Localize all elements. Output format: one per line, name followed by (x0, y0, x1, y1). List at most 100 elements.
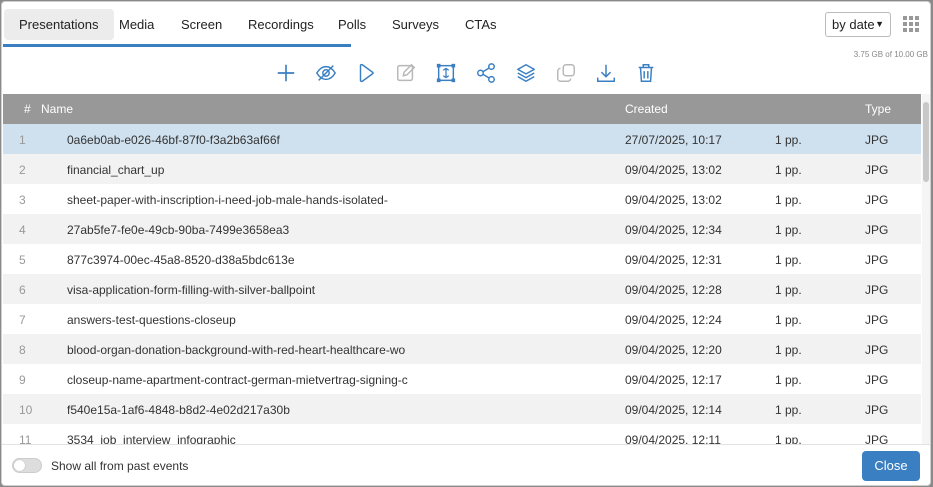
row-pages: 1 pp. (775, 223, 802, 237)
row-pages: 1 pp. (775, 283, 802, 297)
caret-down-icon: ▼ (875, 19, 884, 29)
row-number: 10 (19, 403, 33, 417)
table-row[interactable]: 2 financial_chart_up 09/04/2025, 13:02 1 pp… (3, 154, 921, 184)
table-row[interactable]: 4 27ab5fe7-fe0e-49cb-90ba-7499e3658ea3 09/… (3, 214, 921, 244)
row-created: 09/04/2025, 13:02 (625, 193, 722, 207)
row-number: 8 (19, 343, 26, 357)
row-created: 09/04/2025, 12:24 (625, 313, 722, 327)
toolbar (272, 59, 672, 89)
row-name: financial_chart_up (67, 163, 165, 177)
past-events-label: Show all from past events (51, 459, 189, 473)
add-icon[interactable] (272, 59, 300, 87)
row-name: visa-application-form-filling-with-silve… (67, 283, 316, 297)
row-type: JPG (865, 403, 889, 417)
active-tab-indicator (3, 44, 351, 47)
row-number: 1 (19, 133, 26, 147)
table-body: 1 0a6eb0ab-e026-46bf-87f0-f3a2b63af66f 27/… (3, 124, 921, 444)
table-row[interactable]: 7 answers-test-questions-closeup 09/04/202… (3, 304, 921, 334)
tab-screen[interactable]: Screen (166, 9, 237, 40)
row-name: 3534_job_interview_infographic (67, 433, 236, 444)
row-name: closeup-name-apartment-contract-german-m… (67, 373, 408, 387)
table-row[interactable]: 1 0a6eb0ab-e026-46bf-87f0-f3a2b63af66f 27/… (3, 124, 921, 154)
tab-media[interactable]: Media (104, 9, 169, 40)
sort-select-value: by date (832, 17, 875, 32)
close-button[interactable]: Close (862, 451, 920, 481)
tab-surveys[interactable]: Surveys (377, 9, 454, 40)
row-name: 0a6eb0ab-e026-46bf-87f0-f3a2b63af66f (67, 133, 280, 147)
row-pages: 1 pp. (775, 313, 802, 327)
grid-view-icon[interactable] (903, 16, 919, 32)
row-pages: 1 pp. (775, 373, 802, 387)
share-icon[interactable] (472, 59, 500, 87)
row-name: blood-organ-donation-background-with-red… (67, 343, 406, 357)
table-row[interactable]: 9 closeup-name-apartment-contract-german-… (3, 364, 921, 394)
scrollbar-thumb[interactable] (923, 102, 929, 182)
row-created: 09/04/2025, 12:20 (625, 343, 722, 357)
edit-icon (392, 59, 420, 87)
sort-select[interactable]: by date ▼ (825, 12, 891, 37)
row-pages: 1 pp. (775, 133, 802, 147)
row-type: JPG (865, 133, 889, 147)
tab-polls[interactable]: Polls (323, 9, 381, 40)
row-number: 4 (19, 223, 26, 237)
row-type: JPG (865, 283, 889, 297)
row-number: 11 (19, 433, 32, 444)
storage-usage: 3.75 GB of 10.00 GB (853, 50, 928, 59)
duplicate-icon (552, 59, 580, 87)
table-row[interactable]: 10 f540e15a-1af6-4848-b8d2-4e02d217a30b 09… (3, 394, 921, 424)
layers-icon[interactable] (512, 59, 540, 87)
row-name: 27ab5fe7-fe0e-49cb-90ba-7499e3658ea3 (67, 223, 290, 237)
table-row[interactable]: 5 877c3974-00ec-45a8-8520-d38a5bdc613e 09/… (3, 244, 921, 274)
row-created: 09/04/2025, 13:02 (625, 163, 722, 177)
resize-icon[interactable] (432, 59, 460, 87)
tab-ctas[interactable]: CTAs (450, 9, 512, 40)
row-name: sheet-paper-with-inscription-i-need-job-… (67, 193, 388, 207)
row-name: 877c3974-00ec-45a8-8520-d38a5bdc613e (67, 253, 295, 267)
tab-bar: Presentations Media Screen Recordings Po… (2, 2, 930, 47)
row-type: JPG (865, 343, 889, 357)
row-created: 09/04/2025, 12:28 (625, 283, 722, 297)
row-number: 9 (19, 373, 26, 387)
table-row[interactable]: 6 visa-application-form-filling-with-silv… (3, 274, 921, 304)
row-number: 2 (19, 163, 26, 177)
eye-off-icon[interactable] (312, 59, 340, 87)
column-name[interactable]: Name (41, 102, 73, 116)
row-type: JPG (865, 373, 889, 387)
row-pages: 1 pp. (775, 193, 802, 207)
row-number: 5 (19, 253, 26, 267)
row-pages: 1 pp. (775, 433, 802, 444)
presentations-dialog: Presentations Media Screen Recordings Po… (1, 1, 931, 486)
row-number: 7 (19, 313, 26, 327)
row-created: 09/04/2025, 12:17 (625, 373, 722, 387)
toggle-knob (14, 460, 25, 471)
row-type: JPG (865, 223, 889, 237)
column-num[interactable]: # (24, 102, 31, 116)
row-type: JPG (865, 433, 889, 444)
download-icon[interactable] (592, 59, 620, 87)
row-created: 09/04/2025, 12:31 (625, 253, 722, 267)
column-created[interactable]: Created (625, 102, 668, 116)
scrollbar[interactable] (922, 94, 930, 444)
row-number: 3 (19, 193, 26, 207)
row-pages: 1 pp. (775, 163, 802, 177)
play-icon[interactable] (352, 59, 380, 87)
row-name: answers-test-questions-closeup (67, 313, 236, 327)
footer: Show all from past events Close (2, 444, 930, 485)
table-row[interactable]: 3 sheet-paper-with-inscription-i-need-job… (3, 184, 921, 214)
table-row[interactable]: 8 blood-organ-donation-background-with-re… (3, 334, 921, 364)
past-events-toggle[interactable] (12, 458, 42, 473)
row-pages: 1 pp. (775, 403, 802, 417)
row-pages: 1 pp. (775, 343, 802, 357)
tab-recordings[interactable]: Recordings (233, 9, 329, 40)
trash-icon[interactable] (632, 59, 660, 87)
row-created: 09/04/2025, 12:11 (625, 433, 721, 444)
table-header: # Name Created Type (3, 94, 921, 124)
table-row[interactable]: 11 3534_job_interview_infographic 09/04/20… (3, 424, 921, 444)
row-number: 6 (19, 283, 26, 297)
row-name: f540e15a-1af6-4848-b8d2-4e02d217a30b (67, 403, 290, 417)
row-type: JPG (865, 313, 889, 327)
row-type: JPG (865, 253, 889, 267)
row-created: 09/04/2025, 12:14 (625, 403, 722, 417)
column-type[interactable]: Type (865, 102, 891, 116)
tab-presentations[interactable]: Presentations (4, 9, 114, 40)
